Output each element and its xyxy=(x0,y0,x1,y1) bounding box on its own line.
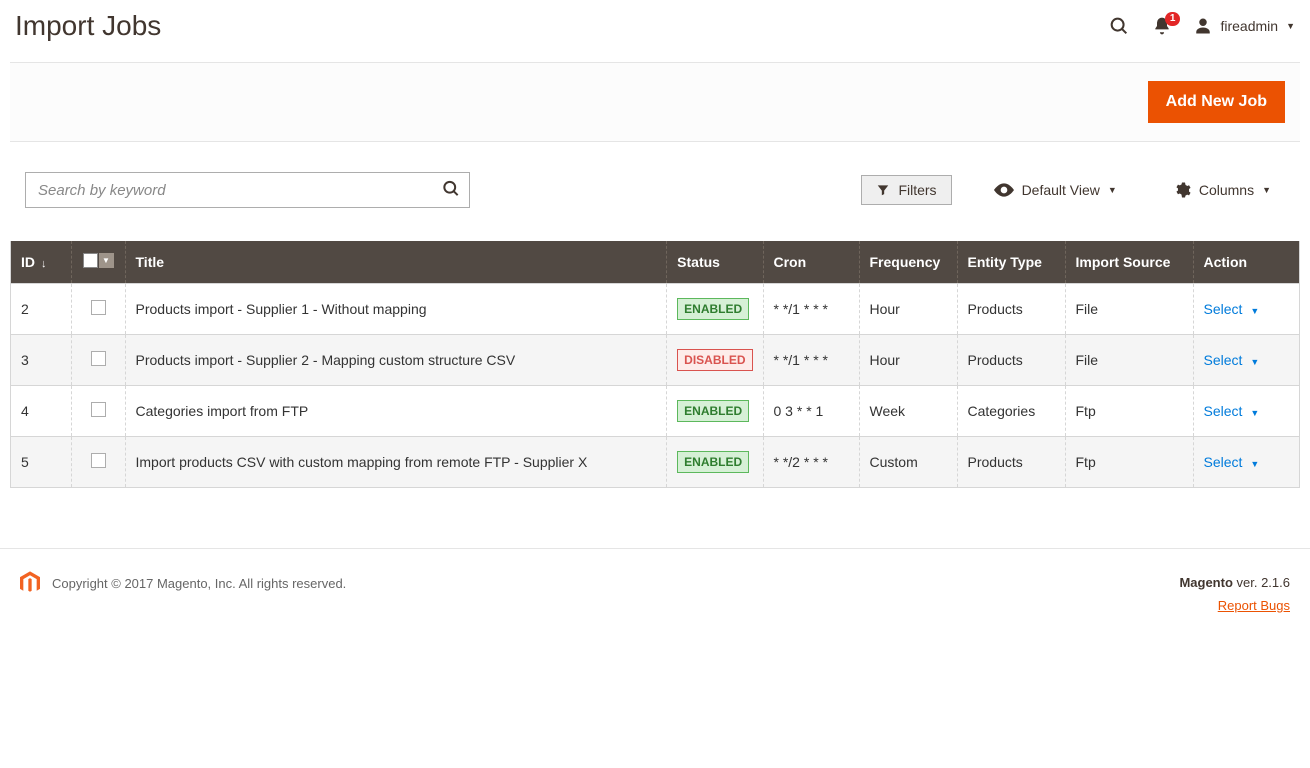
filters-label: Filters xyxy=(898,182,936,198)
search-box xyxy=(25,172,470,208)
row-checkbox[interactable] xyxy=(91,351,106,366)
cell-title: Products import - Supplier 1 - Without m… xyxy=(125,284,667,335)
cell-entity-type: Products xyxy=(957,335,1065,386)
status-badge: DISABLED xyxy=(677,349,752,371)
cell-title: Products import - Supplier 2 - Mapping c… xyxy=(125,335,667,386)
row-action-select[interactable]: Select ▼ xyxy=(1204,352,1260,368)
cell-checkbox xyxy=(71,335,125,386)
default-view-button[interactable]: Default View ▼ xyxy=(980,176,1131,204)
filters-button[interactable]: Filters xyxy=(861,175,951,205)
cell-action: Select ▼ xyxy=(1193,335,1299,386)
version-text: Magento ver. 2.1.6 xyxy=(1179,571,1290,594)
user-menu[interactable]: fireadmin ▼ xyxy=(1194,17,1295,35)
caret-down-icon: ▼ xyxy=(1250,306,1259,316)
column-header-select[interactable]: ▼ xyxy=(71,241,125,284)
column-header-import-source[interactable]: Import Source xyxy=(1065,241,1193,284)
row-action-select[interactable]: Select ▼ xyxy=(1204,301,1260,317)
status-badge: ENABLED xyxy=(677,400,749,422)
column-header-status[interactable]: Status xyxy=(667,241,763,284)
caret-down-icon: ▼ xyxy=(1250,459,1259,469)
notification-badge: 1 xyxy=(1165,12,1181,26)
table-row[interactable]: 4 Categories import from FTP ENABLED 0 3 * … xyxy=(11,386,1299,437)
column-header-frequency[interactable]: Frequency xyxy=(859,241,957,284)
cell-status: ENABLED xyxy=(667,284,763,335)
column-header-id[interactable]: ID↓ xyxy=(11,241,71,284)
cell-status: ENABLED xyxy=(667,386,763,437)
cell-frequency: Hour xyxy=(859,284,957,335)
sort-asc-icon: ↓ xyxy=(41,258,47,270)
funnel-icon xyxy=(876,183,890,197)
cell-cron: * */1 * * * xyxy=(763,284,859,335)
import-jobs-table: ID↓ ▼ Title Status Cron Frequency Entity… xyxy=(11,241,1299,487)
cell-frequency: Hour xyxy=(859,335,957,386)
table-row[interactable]: 3 Products import - Supplier 2 - Mapping … xyxy=(11,335,1299,386)
select-all-checkbox[interactable] xyxy=(83,253,98,268)
caret-down-icon: ▼ xyxy=(1250,408,1259,418)
row-action-select[interactable]: Select ▼ xyxy=(1204,454,1260,470)
copyright-text: Copyright © 2017 Magento, Inc. All right… xyxy=(52,576,346,591)
column-header-action[interactable]: Action xyxy=(1193,241,1299,284)
notifications-button[interactable]: 1 xyxy=(1152,16,1172,36)
column-header-title[interactable]: Title xyxy=(125,241,667,284)
select-dropdown-toggle[interactable]: ▼ xyxy=(98,253,114,268)
cell-title: Import products CSV with custom mapping … xyxy=(125,437,667,488)
cell-id: 4 xyxy=(11,386,71,437)
cell-status: ENABLED xyxy=(667,437,763,488)
default-view-label: Default View xyxy=(1022,182,1100,198)
cell-cron: * */2 * * * xyxy=(763,437,859,488)
add-new-job-button[interactable]: Add New Job xyxy=(1148,81,1285,123)
page-title: Import Jobs xyxy=(15,10,161,42)
cell-entity-type: Categories xyxy=(957,386,1065,437)
row-checkbox[interactable] xyxy=(91,453,106,468)
table-row[interactable]: 5 Import products CSV with custom mapping… xyxy=(11,437,1299,488)
cell-title: Categories import from FTP xyxy=(125,386,667,437)
cell-cron: * */1 * * * xyxy=(763,335,859,386)
cell-entity-type: Products xyxy=(957,437,1065,488)
caret-down-icon: ▼ xyxy=(1250,357,1259,367)
cell-import-source: Ftp xyxy=(1065,437,1193,488)
row-checkbox[interactable] xyxy=(91,300,106,315)
cell-import-source: File xyxy=(1065,284,1193,335)
search-icon xyxy=(441,179,461,199)
cell-checkbox xyxy=(71,437,125,488)
global-search-button[interactable] xyxy=(1108,15,1130,37)
gear-icon xyxy=(1173,181,1191,199)
cell-action: Select ▼ xyxy=(1193,284,1299,335)
magento-logo-icon xyxy=(20,571,40,595)
eye-icon xyxy=(994,183,1014,197)
status-badge: ENABLED xyxy=(677,298,749,320)
caret-down-icon: ▼ xyxy=(1108,185,1117,195)
row-checkbox[interactable] xyxy=(91,402,106,417)
cell-cron: 0 3 * * 1 xyxy=(763,386,859,437)
status-badge: ENABLED xyxy=(677,451,749,473)
cell-import-source: File xyxy=(1065,335,1193,386)
search-submit-button[interactable] xyxy=(441,179,461,202)
caret-down-icon: ▼ xyxy=(1262,185,1271,195)
cell-import-source: Ftp xyxy=(1065,386,1193,437)
cell-frequency: Week xyxy=(859,386,957,437)
cell-entity-type: Products xyxy=(957,284,1065,335)
cell-id: 3 xyxy=(11,335,71,386)
search-input[interactable] xyxy=(26,174,469,207)
columns-label: Columns xyxy=(1199,182,1254,198)
report-bugs-link[interactable]: Report Bugs xyxy=(1218,598,1290,613)
cell-id: 2 xyxy=(11,284,71,335)
cell-checkbox xyxy=(71,284,125,335)
cell-action: Select ▼ xyxy=(1193,437,1299,488)
cell-action: Select ▼ xyxy=(1193,386,1299,437)
cell-id: 5 xyxy=(11,437,71,488)
cell-checkbox xyxy=(71,386,125,437)
row-action-select[interactable]: Select ▼ xyxy=(1204,403,1260,419)
username-label: fireadmin xyxy=(1220,18,1278,34)
search-icon xyxy=(1108,15,1130,37)
caret-down-icon: ▼ xyxy=(1286,21,1295,31)
cell-status: DISABLED xyxy=(667,335,763,386)
columns-button[interactable]: Columns ▼ xyxy=(1159,175,1285,205)
column-header-cron[interactable]: Cron xyxy=(763,241,859,284)
user-icon xyxy=(1194,17,1212,35)
table-row[interactable]: 2 Products import - Supplier 1 - Without … xyxy=(11,284,1299,335)
column-header-entity-type[interactable]: Entity Type xyxy=(957,241,1065,284)
cell-frequency: Custom xyxy=(859,437,957,488)
